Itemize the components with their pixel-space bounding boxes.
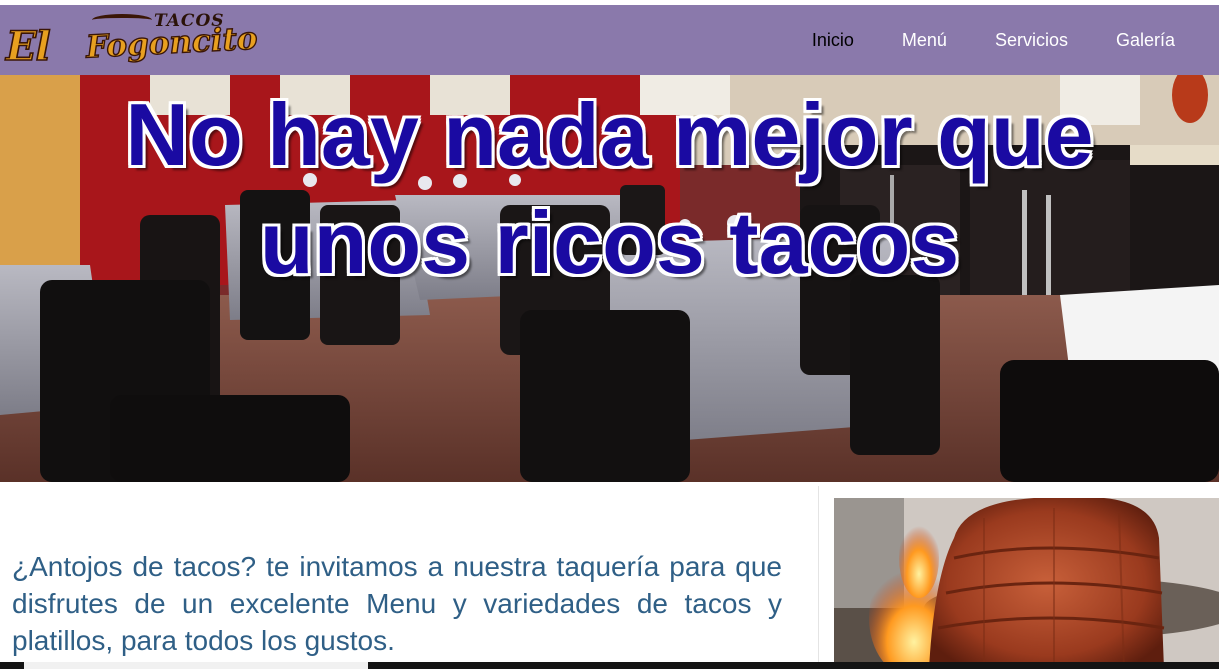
nav-item-servicios[interactable]: Servicios (995, 30, 1068, 51)
nav-item-galeria[interactable]: Galería (1116, 30, 1175, 51)
main-nav: Inicio Menú Servicios Galería (808, 5, 1219, 75)
bottom-strip-light (24, 662, 368, 669)
logo-el-text: El (5, 22, 51, 71)
intro-paragraph: ¿Antojos de tacos? te invitamos a nuestr… (12, 551, 782, 656)
hero-heading-line-1: No hay nada mejor que (125, 85, 1094, 184)
column-divider (818, 486, 819, 669)
nav-item-inicio[interactable]: Inicio (812, 30, 854, 51)
hero-heading-line-2: unos ricos tacos (259, 193, 960, 292)
site-logo[interactable]: TACOS El Fogoncito (5, 11, 259, 73)
top-navbar: TACOS El Fogoncito Inicio Menú Servicios… (0, 5, 1219, 75)
logo-fogoncito-text: Fogoncito (84, 20, 259, 66)
hero-heading: No hay nada mejor que unos ricos tacos (0, 81, 1219, 297)
tacos-al-pastor-trompo-photo (834, 498, 1219, 669)
page: TACOS El Fogoncito Inicio Menú Servicios… (0, 0, 1219, 669)
logo-swash (92, 14, 152, 26)
nav-item-menu[interactable]: Menú (902, 30, 947, 51)
bottom-strip (0, 662, 1219, 669)
trompo-image (834, 498, 1219, 669)
hero-banner: No hay nada mejor que unos ricos tacos (0, 75, 1219, 482)
